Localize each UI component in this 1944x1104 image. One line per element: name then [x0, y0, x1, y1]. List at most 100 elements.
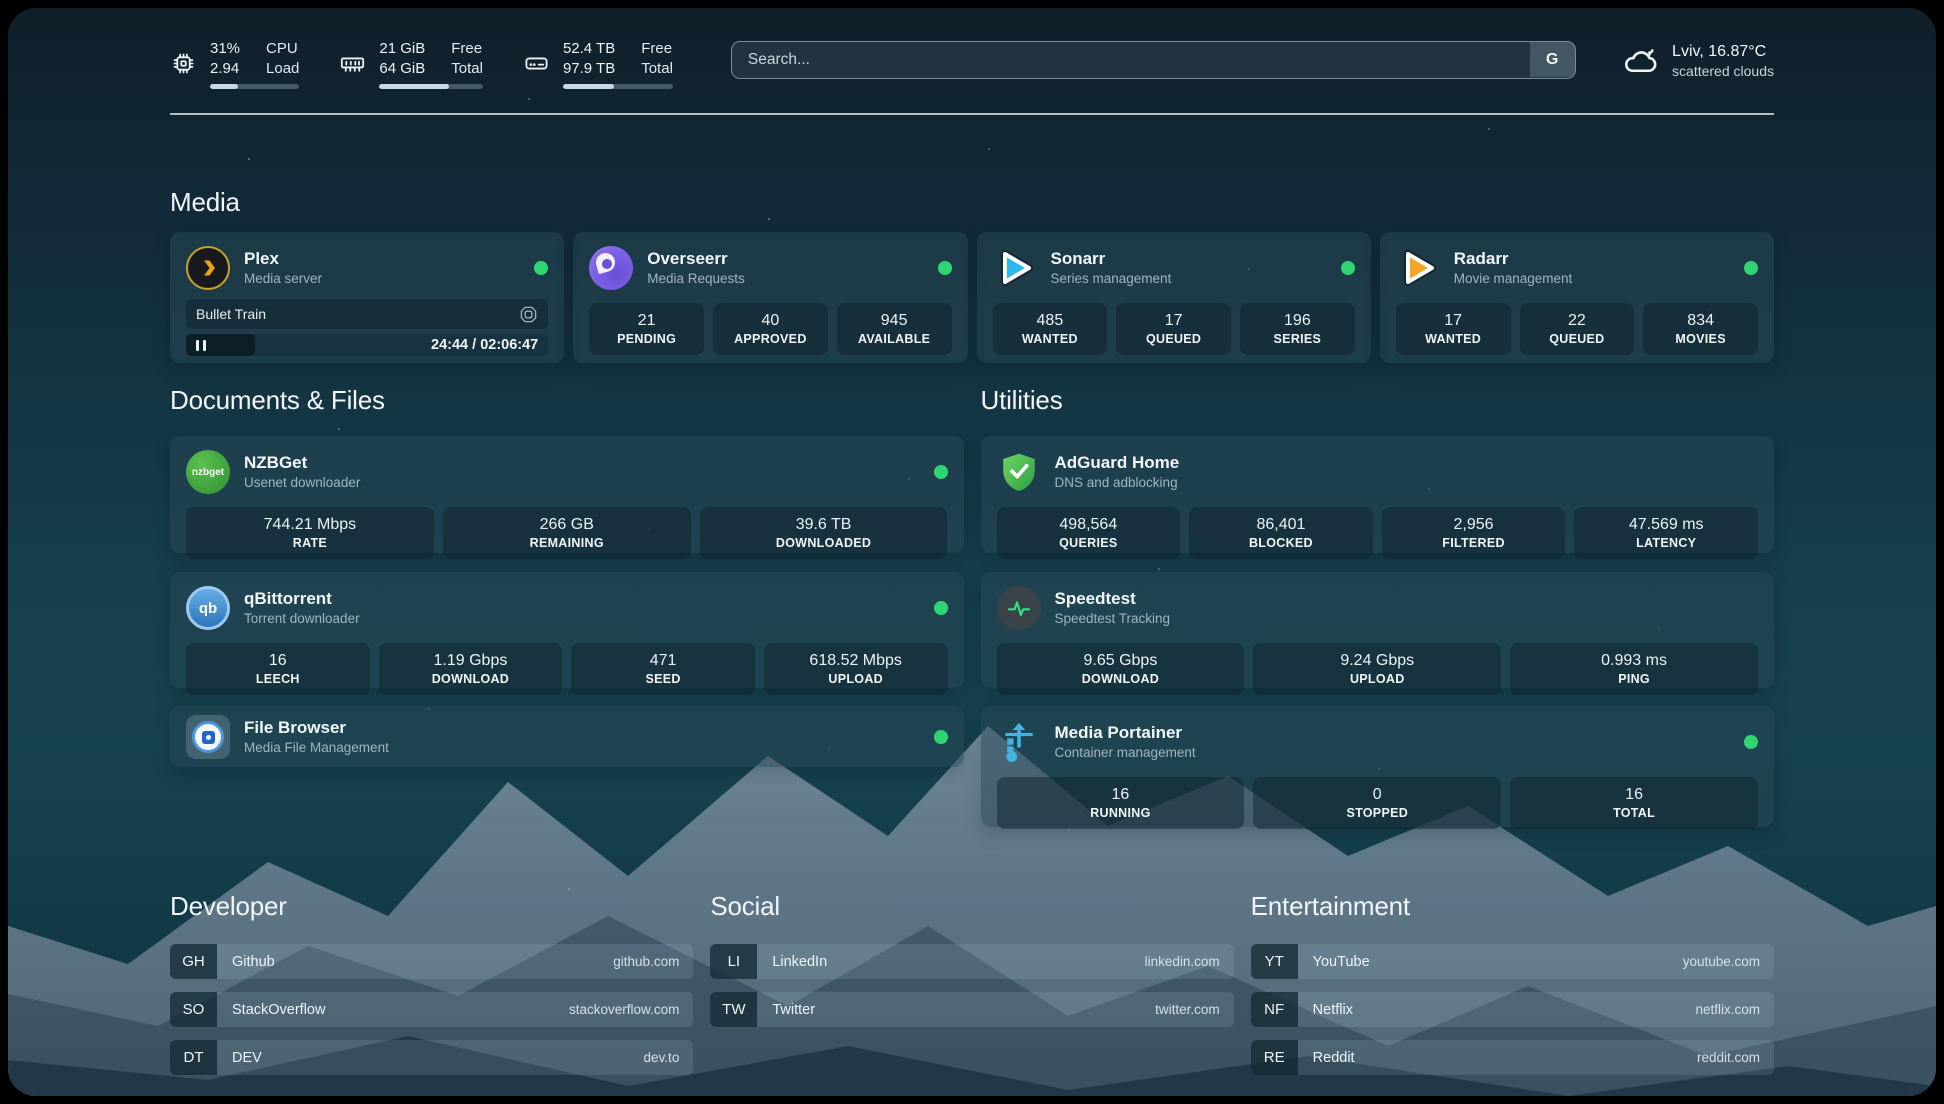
bookmark-github[interactable]: GH Github github.com	[170, 944, 693, 979]
cpu-label: CPU	[266, 39, 299, 59]
disk-stat: 52.4 TB 97.9 TB Free Total	[523, 39, 673, 89]
stat-label: AVAILABLE	[858, 332, 930, 346]
stat-tile: 40 APPROVED	[713, 303, 828, 355]
bookmark-abbr: TW	[710, 992, 757, 1027]
disk-free-value: 52.4 TB	[563, 39, 615, 59]
sonarr-card[interactable]: Sonarr Series management 485 WANTED 17 Q…	[977, 232, 1371, 363]
stat-label: UPLOAD	[828, 672, 883, 686]
playback-progress[interactable]: 24:44 / 02:06:47	[186, 334, 548, 356]
stat-value: 9.24 Gbps	[1340, 652, 1414, 670]
cpu-icon	[170, 50, 197, 77]
stat-value: 21	[638, 312, 656, 330]
stat-label: QUEUED	[1146, 332, 1201, 346]
stat-tile: 17 WANTED	[1396, 303, 1511, 355]
app-name: Plex	[244, 248, 322, 270]
bookmark-name: DEV	[232, 1050, 262, 1066]
app-name: Speedtest	[1055, 588, 1171, 610]
bookmark-url: stackoverflow.com	[569, 1002, 679, 1017]
now-playing-row: Bullet Train	[186, 299, 548, 329]
bookmark-twitter[interactable]: TW Twitter twitter.com	[710, 992, 1233, 1027]
sonarr-icon	[993, 246, 1037, 290]
weather-widget[interactable]: Lviv, 16.87°C scattered clouds	[1622, 41, 1774, 81]
stat-value: 196	[1284, 312, 1311, 330]
bookmark-youtube[interactable]: YT YouTube youtube.com	[1251, 944, 1774, 979]
disk-total-value: 97.9 TB	[563, 59, 615, 79]
app-desc: Series management	[1051, 270, 1172, 288]
portainer-card[interactable]: Media Portainer Container management 16 …	[981, 706, 1775, 827]
stat-value: 0	[1373, 786, 1382, 804]
bookmark-url: linkedin.com	[1145, 954, 1220, 969]
bookmark-abbr: GH	[170, 944, 217, 979]
filebrowser-icon	[186, 715, 230, 759]
stat-label: PENDING	[617, 332, 676, 346]
bookmark-netflix[interactable]: NF Netflix netflix.com	[1251, 992, 1774, 1027]
portainer-icon	[997, 720, 1041, 764]
status-dot	[934, 730, 948, 744]
nzbget-card[interactable]: nzbget NZBGet Usenet downloader 744.21 M…	[170, 436, 964, 553]
stat-value: 2,956	[1454, 516, 1494, 534]
ram-total-value: 64 GiB	[379, 59, 425, 79]
app-name: qBittorrent	[244, 588, 360, 610]
status-dot	[1744, 735, 1758, 749]
bookmark-name: Github	[232, 954, 275, 970]
bookmark-stackoverflow[interactable]: SO StackOverflow stackoverflow.com	[170, 992, 693, 1027]
qbittorrent-icon: qb	[186, 586, 230, 630]
stat-label: LEECH	[256, 672, 300, 686]
bookmark-reddit[interactable]: RE Reddit reddit.com	[1251, 1040, 1774, 1075]
stat-value: 266 GB	[540, 516, 594, 534]
disk-icon	[523, 50, 550, 77]
stat-label: UPLOAD	[1350, 672, 1405, 686]
qbittorrent-card[interactable]: qb qBittorrent Torrent downloader 16 LEE…	[170, 572, 964, 688]
bookmark-url: twitter.com	[1155, 1002, 1220, 1017]
nzbget-icon: nzbget	[186, 450, 230, 494]
cpu-stat: 31% 2.94 CPU Load	[170, 39, 299, 89]
stat-tile: 9.24 Gbps UPLOAD	[1253, 643, 1501, 695]
bookmark-url: netflix.com	[1695, 1002, 1760, 1017]
radarr-card[interactable]: Radarr Movie management 17 WANTED 22 QUE…	[1380, 232, 1774, 363]
speedtest-icon	[997, 586, 1041, 630]
stat-tile: 2,956 FILTERED	[1382, 507, 1566, 559]
filebrowser-card[interactable]: File Browser Media File Management	[170, 706, 964, 767]
stat-tile: 744.21 Mbps RATE	[186, 507, 434, 559]
session-icon[interactable]	[519, 305, 538, 324]
search-box: G	[731, 41, 1576, 79]
bookmark-name: LinkedIn	[772, 954, 827, 970]
stat-value: 485	[1037, 312, 1064, 330]
app-desc: Torrent downloader	[244, 610, 360, 628]
bookmark-name: StackOverflow	[232, 1002, 325, 1018]
bookmark-abbr: RE	[1251, 1040, 1298, 1075]
ram-free-label: Free	[451, 39, 483, 59]
search-engine-button[interactable]: G	[1530, 42, 1575, 77]
ram-stat: 21 GiB 64 GiB Free Total	[339, 39, 483, 89]
media-section-title: Media	[170, 187, 1774, 218]
app-desc: DNS and adblocking	[1055, 474, 1180, 492]
bookmark-dev[interactable]: DT DEV dev.to	[170, 1040, 693, 1075]
stat-value: 471	[650, 652, 677, 670]
search-input[interactable]	[731, 41, 1576, 79]
overseerr-card[interactable]: Overseerr Media Requests 21 PENDING 40 A…	[573, 232, 967, 363]
bookmark-url: youtube.com	[1683, 954, 1760, 969]
plex-card[interactable]: Plex Media server Bullet Train	[170, 232, 564, 363]
stat-label: STOPPED	[1346, 806, 1408, 820]
stat-value: 16	[269, 652, 287, 670]
dashboard: 31% 2.94 CPU Load	[8, 8, 1936, 1096]
speedtest-card[interactable]: Speedtest Speedtest Tracking 9.65 Gbps D…	[981, 572, 1775, 688]
playback-time: 24:44 / 02:06:47	[431, 337, 538, 353]
utilities-section-title: Utilities	[981, 385, 1775, 416]
stat-value: 16	[1625, 786, 1643, 804]
cloud-icon	[1622, 43, 1658, 79]
load-label: Load	[266, 59, 299, 79]
stat-label: MOVIES	[1675, 332, 1725, 346]
stat-tile: 618.52 Mbps UPLOAD	[764, 643, 948, 695]
plex-icon	[186, 246, 230, 290]
bookmark-abbr: NF	[1251, 992, 1298, 1027]
stat-tile: 86,401 BLOCKED	[1189, 507, 1373, 559]
bookmark-linkedin[interactable]: LI LinkedIn linkedin.com	[710, 944, 1233, 979]
app-desc: Usenet downloader	[244, 474, 360, 492]
stat-value: 9.65 Gbps	[1084, 652, 1158, 670]
stat-label: PING	[1618, 672, 1650, 686]
bookmark-name: Reddit	[1313, 1050, 1355, 1066]
now-playing-title: Bullet Train	[196, 306, 266, 322]
bookmark-url: github.com	[613, 954, 679, 969]
adguard-card[interactable]: AdGuard Home DNS and adblocking 498,564 …	[981, 436, 1775, 553]
